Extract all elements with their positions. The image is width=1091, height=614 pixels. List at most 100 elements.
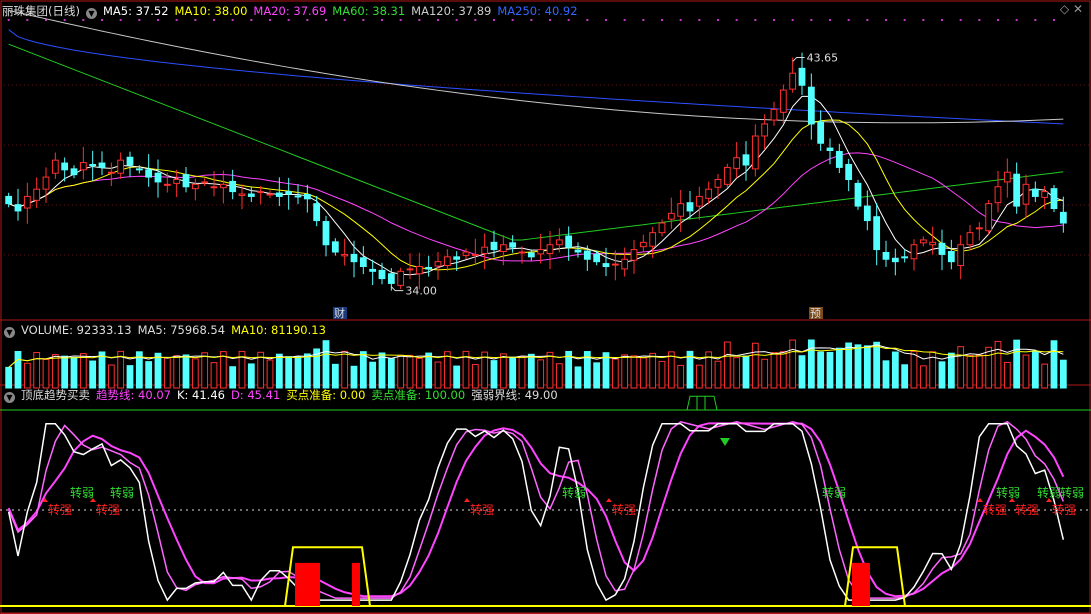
candle-body [994, 186, 1002, 204]
candle-body [761, 123, 769, 137]
volume-bar [1031, 350, 1039, 389]
buy-signal-bar-0 [295, 562, 320, 606]
volume-bar [285, 356, 293, 389]
volume-bar [145, 361, 153, 389]
candle-body [51, 159, 59, 174]
volume-bar [359, 351, 367, 389]
volume-bar [863, 345, 871, 389]
candle-body [555, 239, 563, 246]
candle-body [723, 166, 731, 185]
volume-bar [667, 351, 675, 389]
indicator-title[interactable]: 顶底趋势买卖 [21, 388, 90, 402]
top-dot [941, 19, 943, 21]
candle-body [210, 186, 218, 189]
volume-bar [499, 353, 507, 389]
top-dot [1034, 19, 1037, 21]
volume-bar [938, 361, 946, 389]
volume-bar [14, 350, 22, 389]
candle-body [826, 147, 834, 151]
candle-body [835, 150, 843, 168]
candle-body [219, 183, 227, 189]
volume-bar [733, 357, 741, 389]
candle-body [434, 261, 442, 267]
high-price-label: 43.65 [807, 51, 839, 64]
volume-bar [1022, 354, 1030, 389]
candle-body [350, 253, 358, 263]
volume-bar [341, 350, 349, 389]
candle-body [621, 258, 629, 270]
panel-controls: ◇ ✕ [1060, 2, 1083, 16]
volume-bar [182, 354, 190, 389]
candle-body [509, 242, 517, 248]
candle-body [667, 212, 675, 220]
top-dot [847, 19, 850, 21]
volume-bar [98, 351, 106, 389]
top-dot [791, 19, 794, 21]
volume-bar [611, 358, 619, 389]
candle-body [98, 162, 106, 168]
close-icon[interactable]: ✕ [1073, 2, 1083, 16]
candle-body [677, 203, 685, 217]
diamond-icon[interactable]: ◇ [1060, 2, 1069, 16]
volume-bar [807, 339, 815, 389]
candle-body [229, 180, 237, 193]
volume-bar [770, 352, 778, 389]
candle-body [947, 251, 955, 263]
volume-bar [882, 360, 890, 389]
candle-body [33, 188, 41, 201]
volume-bar [126, 365, 134, 389]
candle-body [107, 171, 115, 174]
volume-bar [89, 360, 97, 389]
volume-bar [61, 355, 69, 389]
candle-body [490, 241, 498, 251]
candle-body [518, 251, 526, 254]
candle-body [882, 251, 890, 260]
candle-body [574, 249, 582, 253]
candle-body [499, 244, 507, 253]
candle-body [42, 176, 50, 190]
signal-weak-5: 转弱 [1037, 485, 1061, 500]
indicator-label-5: 强弱界线: 49.00 [471, 388, 558, 402]
signal-strong-6: 转强 [1052, 502, 1076, 517]
candle-body [583, 250, 591, 260]
candle-body [89, 164, 97, 167]
volume-bar [350, 365, 358, 389]
candle-body [471, 253, 479, 256]
volume-bar [714, 360, 722, 389]
volume-bar [387, 358, 395, 389]
volume-bar [378, 352, 386, 389]
candle-body [191, 183, 199, 190]
collapse-icon[interactable]: ▼ [4, 392, 15, 403]
top-dot [623, 19, 626, 21]
candle-body [201, 181, 209, 184]
indicator-label-2: D: 45.41 [230, 388, 281, 402]
collapse-icon[interactable]: ▼ [4, 327, 15, 338]
signal-weak-2: 转弱 [562, 485, 586, 500]
stock-title[interactable]: 丽珠集团(日线) [2, 4, 80, 18]
volume-bar [527, 353, 535, 389]
candle-body [359, 257, 367, 267]
volume-bar [453, 365, 461, 389]
volume-bar [947, 352, 955, 389]
volume-bar [985, 346, 993, 389]
signal-weak-6: 转弱 [1060, 485, 1084, 500]
volume-bar [901, 364, 909, 389]
volume-bar [266, 359, 274, 389]
collapse-icon[interactable]: ▼ [85, 8, 97, 19]
ma-label-1: MA10: 38.00 [174, 4, 248, 18]
buy-signal-bar-1 [352, 562, 360, 606]
candle-body [807, 86, 815, 125]
candle-body [79, 162, 87, 171]
volume-label-2: MA10: 81190.13 [231, 323, 326, 337]
candle-body [61, 162, 69, 171]
candle-body [1003, 171, 1011, 183]
volume-bar [173, 355, 181, 389]
volume-bar [761, 358, 769, 389]
candle-body [135, 168, 143, 171]
top-dot [922, 19, 925, 21]
volume-bar [919, 365, 927, 389]
volume-bar [779, 351, 787, 389]
candle-body [789, 72, 797, 90]
marker-cai: 财 [334, 306, 345, 320]
volume-bar [322, 340, 330, 389]
